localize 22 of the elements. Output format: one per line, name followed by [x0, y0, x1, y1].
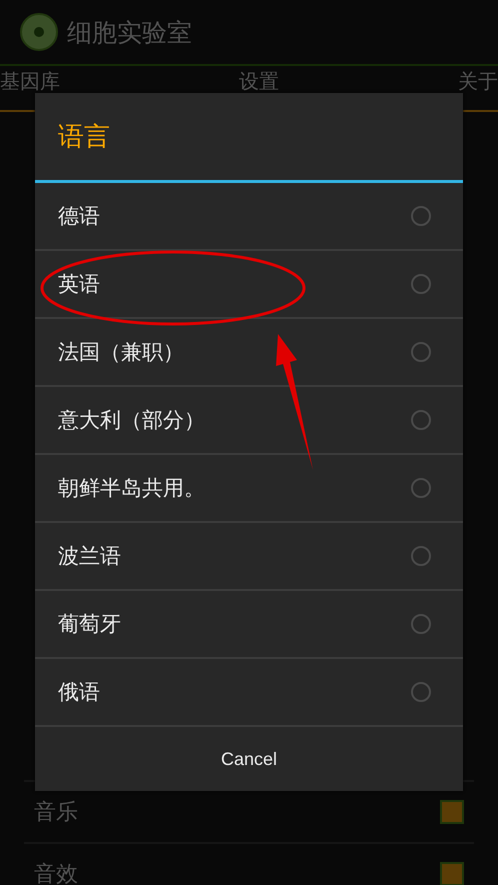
language-option[interactable]: 英语 — [35, 251, 463, 319]
app-title: 细胞实验室 — [67, 16, 192, 48]
checkbox[interactable] — [440, 862, 464, 885]
radio-button[interactable] — [411, 342, 431, 362]
radio-button[interactable] — [411, 274, 431, 294]
language-option[interactable]: 德语 — [35, 183, 463, 251]
language-option[interactable]: 波兰语 — [35, 523, 463, 591]
radio-button[interactable] — [411, 546, 431, 566]
cell-icon — [19, 12, 59, 52]
dialog-title: 语言 — [35, 93, 463, 183]
radio-button[interactable] — [411, 682, 431, 702]
language-option[interactable]: 俄语 — [35, 659, 463, 727]
language-option[interactable]: 朝鲜半岛共用。 — [35, 455, 463, 523]
radio-button[interactable] — [411, 614, 431, 634]
radio-button[interactable] — [411, 478, 431, 498]
setting-label: 音乐 — [34, 799, 78, 827]
language-option[interactable]: 葡萄牙 — [35, 591, 463, 659]
checkbox[interactable] — [440, 800, 464, 824]
cancel-button[interactable]: Cancel — [35, 727, 463, 791]
radio-button[interactable] — [411, 410, 431, 430]
setting-label: 音效 — [34, 861, 78, 885]
radio-button[interactable] — [411, 206, 431, 226]
